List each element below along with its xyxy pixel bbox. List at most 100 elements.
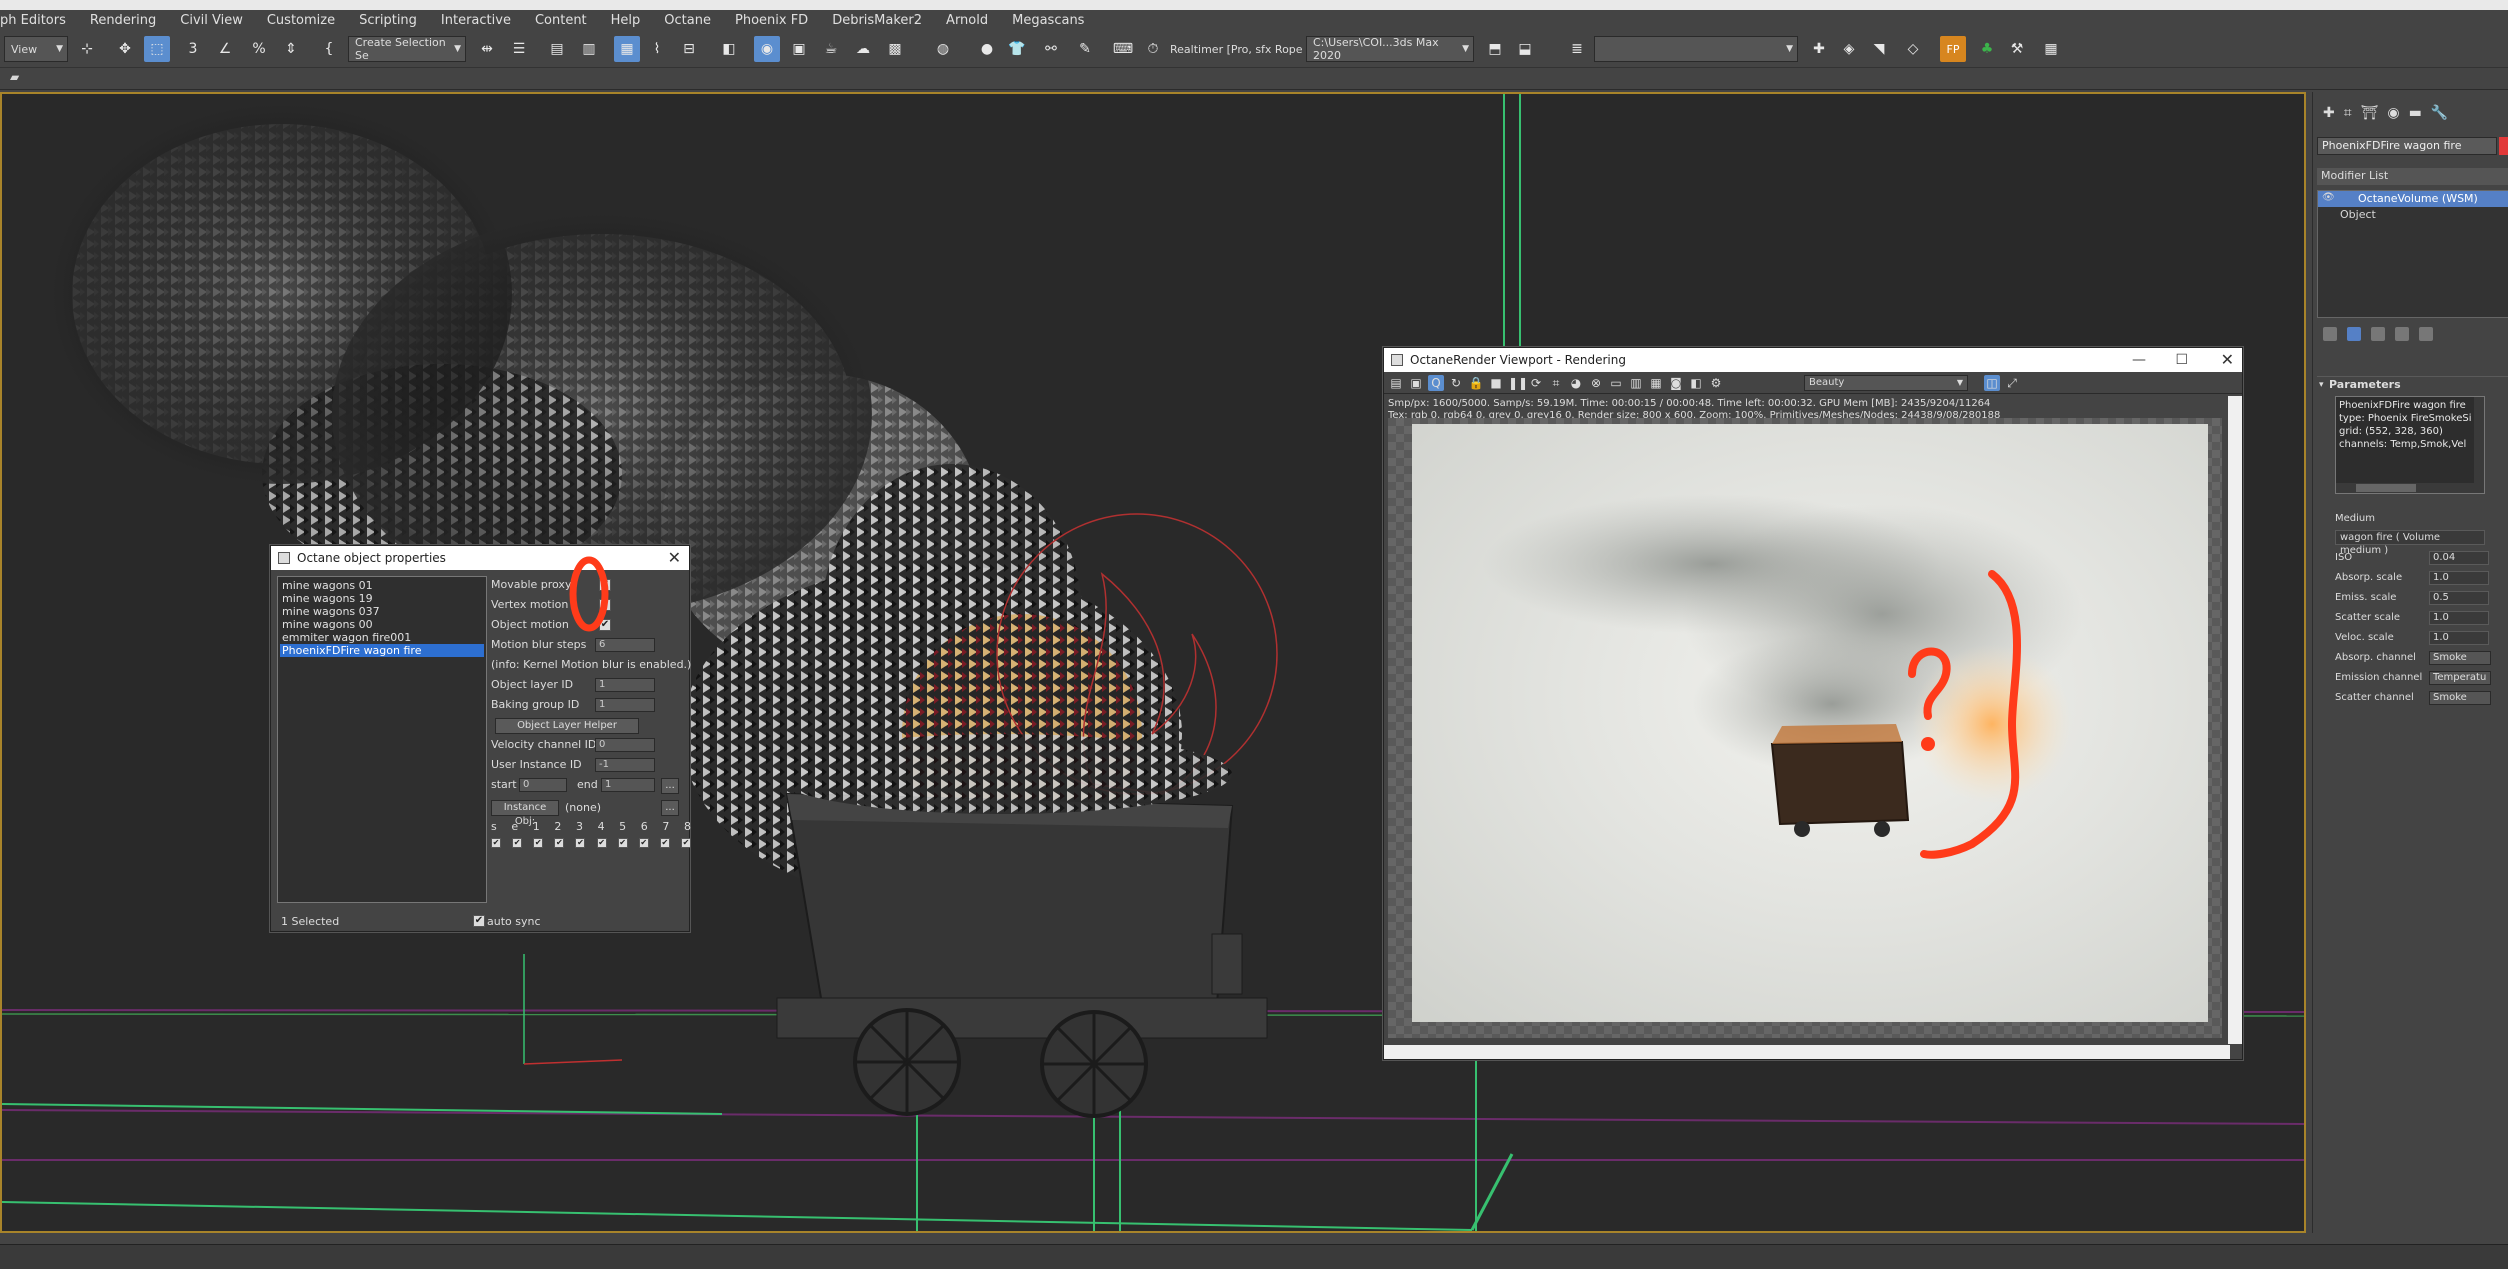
3d-viewport[interactable]: Octane object properties ✕ mine wagons 0… (0, 92, 2306, 1233)
show-end-result-icon[interactable] (2347, 327, 2361, 341)
list-item[interactable]: mine wagons 00 (280, 618, 484, 631)
list-item-selected[interactable]: PhoenixFDFire wagon fire (280, 644, 484, 657)
pin-stack-icon[interactable] (2323, 327, 2337, 341)
script-icon[interactable]: ⌨ (1110, 36, 1136, 62)
clear-icon[interactable]: ⊗ (1588, 375, 1604, 391)
menu-phoenix-fd[interactable]: Phoenix FD (723, 10, 820, 32)
project-folder-icon[interactable]: ⬒ (1482, 36, 1508, 62)
configure-sets-icon[interactable] (2419, 327, 2433, 341)
stack-item-object[interactable]: Object (2318, 207, 2508, 223)
snap-3d-icon[interactable]: 3 (180, 36, 206, 62)
medium-button[interactable]: wagon fire ( Volume medium ) (2335, 530, 2485, 556)
modifier-stack[interactable]: OctaneVolume (WSM) 👁 Object (2317, 190, 2508, 318)
close-icon[interactable]: ✕ (2221, 348, 2234, 372)
instance-obj-browse-button[interactable]: ... (661, 800, 679, 816)
tree-icon[interactable]: ♣ (1974, 36, 2000, 62)
octane-render-viewport-window[interactable]: OctaneRender Viewport - Rendering — ☐ ✕ … (1383, 347, 2243, 1060)
save-image-icon[interactable]: ▤ (1388, 375, 1404, 391)
object-name-field[interactable]: PhoenixFDFire wagon fire (2317, 137, 2497, 155)
move-icon[interactable]: ✥ (112, 36, 138, 62)
region-render-icon[interactable]: ⌗ (1548, 375, 1564, 391)
channel-checkbox[interactable]: ✔ (680, 838, 691, 848)
scroll-thumb[interactable] (2356, 484, 2416, 492)
layers-icon[interactable]: ◧ (1688, 375, 1704, 391)
render-canvas[interactable] (1388, 418, 2222, 1038)
modify-tab-icon[interactable]: ⌗ (2344, 105, 2352, 121)
gear-icon[interactable]: ⚙ (1708, 375, 1724, 391)
channel-dropdown[interactable]: Smoke (2429, 651, 2491, 665)
modifier-list-dropdown[interactable]: Modifier List (2317, 168, 2508, 185)
display-icon[interactable]: ▰ (10, 70, 19, 84)
select-object-icon[interactable]: ◥ (1866, 36, 1892, 62)
menu-graph-editors[interactable]: ph Editors (0, 10, 78, 32)
pause-icon[interactable]: ❚❚ (1508, 375, 1528, 391)
close-icon[interactable]: ✕ (668, 546, 681, 570)
eye-icon[interactable]: 👁 (2322, 192, 2335, 203)
path-dropdown[interactable]: C:\Users\COI...3ds Max 2020 ▼ (1306, 36, 1474, 62)
channel-checkbox[interactable]: ✔ (638, 838, 649, 848)
pen-icon[interactable]: ✎ (1072, 36, 1098, 62)
hierarchy-tab-icon[interactable]: ⛩ (2361, 105, 2379, 121)
channel-checkbox[interactable]: ✔ (575, 838, 586, 848)
list-item[interactable]: mine wagons 19 (280, 592, 484, 605)
stack-icon[interactable]: ◈ (1836, 36, 1862, 62)
menu-scripting[interactable]: Scripting (347, 10, 429, 32)
dot-icon[interactable]: ● (974, 36, 1000, 62)
channel-checkbox[interactable]: ✔ (617, 838, 628, 848)
create-tab-icon[interactable]: ✚ (2323, 105, 2335, 121)
copy-image-icon[interactable]: ▣ (1408, 375, 1424, 391)
param-value-field[interactable]: 0.04 (2429, 551, 2489, 565)
timeline-bar[interactable] (0, 1244, 2508, 1269)
shirt-icon[interactable]: 👕 (1004, 36, 1030, 62)
rope-icon[interactable]: ⚯ (1038, 36, 1064, 62)
render-production-icon[interactable]: ☕ (818, 36, 844, 62)
schematic-icon[interactable]: ⊟ (676, 36, 702, 62)
user-instance-id-field[interactable]: -1 (595, 758, 655, 772)
named-selection-icon[interactable]: { (316, 36, 342, 62)
add-helper-icon[interactable]: ✚ (1806, 36, 1832, 62)
menu-rendering[interactable]: Rendering (78, 10, 168, 32)
layer-stack-icon[interactable]: ◇ (1900, 36, 1926, 62)
channel-checkbox[interactable]: ✔ (554, 838, 565, 848)
object-list[interactable]: mine wagons 01 mine wagons 19 mine wagon… (277, 576, 487, 903)
curve-editor-icon[interactable]: ⌇ (644, 36, 670, 62)
minimize-icon[interactable]: — (2132, 348, 2146, 372)
menu-megascans[interactable]: Megascans (1000, 10, 1096, 32)
object-layer-id-field[interactable]: 1 (595, 678, 655, 692)
maximize-icon[interactable]: ☐ (2175, 348, 2188, 372)
snap-pivot-icon[interactable]: ⊹ (74, 36, 100, 62)
remove-modifier-icon[interactable] (2395, 327, 2409, 341)
spinner-snap-icon[interactable]: ⇕ (278, 36, 304, 62)
table-icon[interactable]: ▦ (2038, 36, 2064, 62)
render-pass-dropdown[interactable]: Beauty ▼ (1804, 375, 1968, 391)
select-icon[interactable]: ⬚ (144, 36, 170, 62)
channel-checkbox[interactable]: ✔ (659, 838, 670, 848)
settings-icon[interactable]: ▦ (1648, 375, 1664, 391)
stack-item-octanevolume[interactable]: OctaneVolume (WSM) (2318, 191, 2508, 207)
project-settings-icon[interactable]: ⬓ (1512, 36, 1538, 62)
film-icon[interactable]: ▥ (1628, 375, 1644, 391)
channel-checkbox[interactable]: ✔ (533, 838, 544, 848)
vertical-scrollbar[interactable] (2474, 397, 2484, 493)
stop-icon[interactable]: ■ (1488, 375, 1504, 391)
workspace-dropdown[interactable]: ▼ (1594, 36, 1798, 62)
velocity-channel-id-field[interactable]: 0 (595, 738, 655, 752)
channel-dropdown[interactable]: Temperatu (2429, 671, 2491, 685)
object-layer-helper-button[interactable]: Object Layer Helper (495, 718, 639, 734)
parameters-rollout-header[interactable]: Parameters (2317, 376, 2508, 393)
graphite-icon[interactable]: ▦ (614, 36, 640, 62)
display-icon[interactable]: ▭ (1608, 375, 1624, 391)
view-dropdown[interactable]: View ▼ (4, 36, 68, 62)
param-value-field[interactable]: 1.0 (2429, 611, 2489, 625)
color-picker-icon[interactable]: ◕ (1568, 375, 1584, 391)
param-value-field[interactable]: 1.0 (2429, 631, 2489, 645)
refresh-icon[interactable]: ⟳ (1528, 375, 1544, 391)
realtimer-icon[interactable]: ⏱ (1140, 36, 1166, 62)
menu-debrismaker2[interactable]: DebrisMaker2 (820, 10, 934, 32)
range-browse-button[interactable]: ... (661, 778, 679, 794)
param-value-field[interactable]: 1.0 (2429, 571, 2489, 585)
menu-content[interactable]: Content (523, 10, 599, 32)
align-icon[interactable]: ☰ (506, 36, 532, 62)
channel-dropdown[interactable]: Smoke (2429, 691, 2491, 705)
horizontal-scrollbar[interactable] (2336, 483, 2484, 493)
